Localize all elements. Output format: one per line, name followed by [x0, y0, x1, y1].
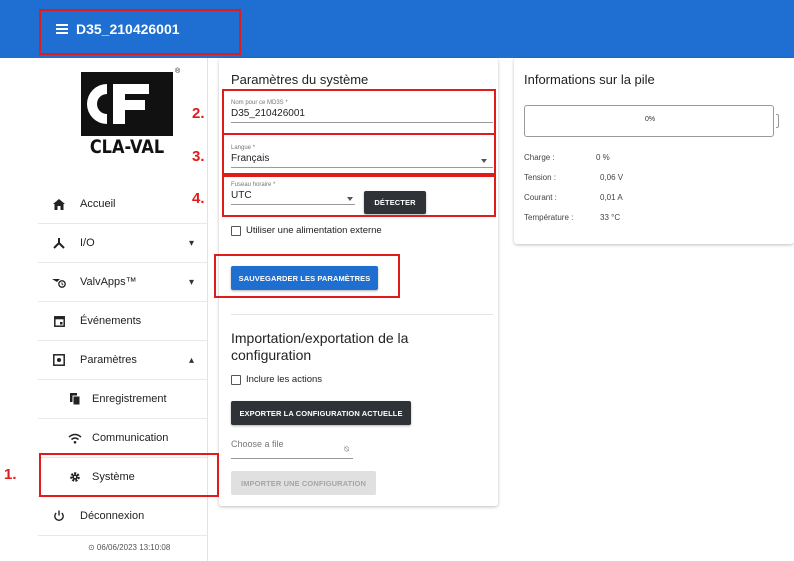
battery-percent: 0% — [644, 116, 656, 123]
annotation-number-3: 3. — [192, 148, 205, 165]
chevron-down-icon[interactable]: ▾ — [189, 238, 194, 249]
sidebar-item-io[interactable]: I/O ▾ — [38, 224, 208, 263]
stat-label-charge: Charge : — [524, 153, 555, 162]
checkbox-box[interactable] — [231, 374, 241, 385]
chevron-up-icon[interactable]: ▴ — [189, 355, 194, 366]
power-icon — [52, 509, 66, 523]
external-power-checkbox[interactable]: Utiliser une alimentation externe — [231, 225, 382, 236]
stat-value-charge: 0 % — [596, 153, 610, 162]
sidebar-item-label: I/O — [80, 237, 95, 249]
include-actions-checkbox[interactable]: Inclure les actions — [231, 374, 322, 385]
sidebar-item-label: ValvApps™ — [80, 276, 137, 288]
cla-val-logo: ® CLA-VAL — [67, 66, 187, 158]
sidebar-item-accueil[interactable]: Accueil — [38, 185, 208, 224]
chevron-down-icon[interactable]: ▾ — [189, 277, 194, 288]
annotation-box-1 — [39, 453, 219, 497]
annotation-number-4: 4. — [192, 190, 205, 207]
stat-value-tension: 0,06 V — [600, 173, 624, 182]
annotation-box-4 — [222, 175, 496, 217]
sidebar-item-label: Déconnexion — [80, 510, 145, 522]
sidebar-item-label: Communication — [92, 432, 169, 444]
import-export-title: Importation/exportation de la configurat… — [231, 330, 409, 363]
io-icon — [52, 236, 66, 250]
wifi-icon — [68, 431, 82, 445]
sidebar-item-label: Accueil — [80, 198, 116, 210]
sidebar-item-label: Événements — [80, 315, 142, 327]
sidebar-item-evenements[interactable]: Événements — [38, 302, 208, 341]
include-actions-label: Inclure les actions — [246, 374, 323, 385]
system-settings-title: Paramètres du système — [231, 72, 369, 87]
sidebar-item-enregistrement[interactable]: Enregistrement — [38, 380, 208, 419]
sidebar-item-parametres[interactable]: Paramètres ▴ — [38, 341, 208, 380]
calendar-icon — [52, 314, 66, 328]
annotation-box-save — [214, 254, 400, 298]
stat-label-courant: Courant : — [524, 193, 557, 202]
home-icon — [52, 197, 66, 211]
file-chooser-input[interactable]: Choose a file ⍉ — [231, 439, 353, 459]
stat-label-tension: Tension : — [524, 173, 557, 182]
checkbox-box[interactable] — [231, 225, 241, 236]
annotation-box-2 — [222, 89, 496, 135]
sidebar-item-deconnexion[interactable]: Déconnexion — [38, 497, 208, 536]
sidebar-item-label: Paramètres — [80, 354, 137, 366]
stat-label-temperature: Température : — [524, 213, 574, 222]
stat-value-temperature: 33 °C — [600, 213, 621, 222]
logo-text: CLA-VAL — [89, 136, 165, 158]
annotation-box-title — [39, 9, 241, 55]
battery-info-title: Informations sur la pile — [524, 72, 655, 87]
annotation-number-2: 2. — [192, 105, 205, 122]
annotation-box-3 — [222, 133, 496, 175]
external-power-label: Utiliser une alimentation externe — [246, 225, 382, 236]
sidebar-item-label: Enregistrement — [92, 393, 167, 405]
export-configuration-button[interactable]: EXPORTER LA CONFIGURATION ACTUELLE — [231, 401, 411, 425]
annotation-number-1: 1. — [4, 466, 17, 483]
valvapps-icon — [52, 275, 66, 289]
file-placeholder: Choose a file — [231, 439, 284, 449]
stat-value-courant: 0,01 A — [600, 193, 623, 202]
settings-panel-icon — [52, 353, 66, 367]
cla-val-logo-mark-icon — [81, 72, 173, 136]
battery-info-card: Informations sur la pile 0% Charge : 0 %… — [514, 58, 794, 244]
last-sync-timestamp: ⊙ 06/06/2023 13:10:08 — [88, 543, 171, 552]
battery-tip — [776, 114, 779, 128]
import-configuration-button: IMPORTER UNE CONFIGURATION — [231, 471, 376, 495]
paperclip-icon: ⍉ — [344, 445, 349, 454]
registered-mark: ® — [175, 68, 181, 75]
section-divider — [231, 314, 493, 315]
document-copy-icon — [68, 392, 82, 406]
battery-level-bar: 0% — [524, 105, 774, 137]
sidebar-item-valvapps[interactable]: ValvApps™ ▾ — [38, 263, 208, 302]
